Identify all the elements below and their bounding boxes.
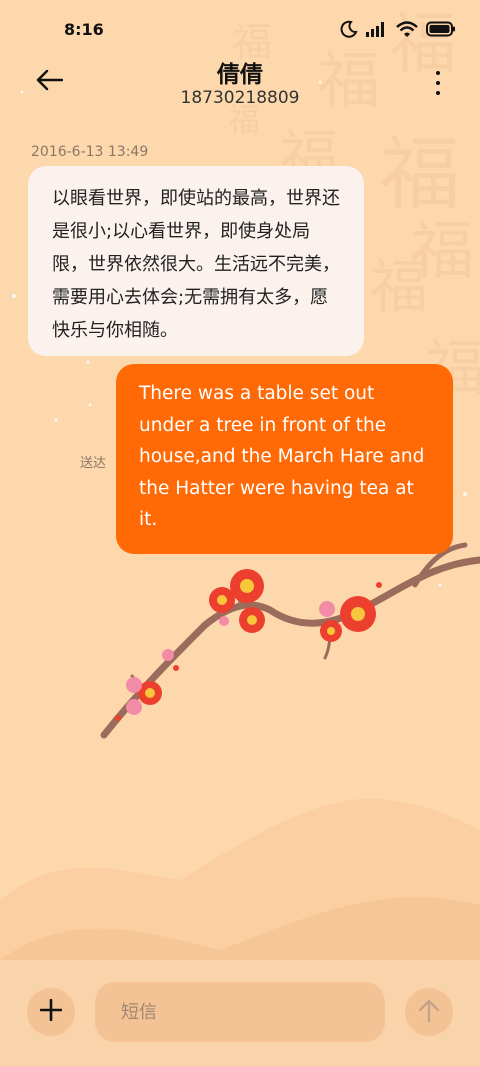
incoming-message-bubble[interactable]: 以眼看世界，即使站的最高，世界还是很小;以心看世界，即使身处局限，世界依然很大。… — [28, 166, 364, 356]
conversation-header: 倩倩 18730218809 — [0, 55, 480, 115]
status-bar: 8:16 — [0, 0, 480, 62]
outgoing-message-bubble[interactable]: There was a table set out under a tree i… — [116, 364, 453, 554]
send-arrow-icon — [418, 998, 440, 1026]
battery-icon — [426, 21, 456, 41]
message-timestamp: 2016-6-13 13:49 — [31, 144, 149, 160]
contact-name: 倩倩 — [217, 62, 263, 88]
send-button[interactable] — [405, 988, 453, 1036]
more-options-icon — [436, 71, 440, 75]
add-attachment-button[interactable] — [27, 988, 75, 1036]
contact-phone-number: 18730218809 — [180, 88, 300, 108]
message-composer — [0, 960, 480, 1066]
more-options-button[interactable] — [432, 71, 444, 95]
message-input[interactable] — [95, 982, 385, 1042]
add-icon — [39, 998, 63, 1025]
signal-icon — [366, 21, 388, 41]
delivery-status: 送达 — [80, 456, 107, 471]
status-icons — [340, 20, 456, 42]
wifi-icon — [396, 20, 418, 42]
moon-icon — [340, 20, 358, 42]
status-time: 8:16 — [64, 20, 104, 39]
